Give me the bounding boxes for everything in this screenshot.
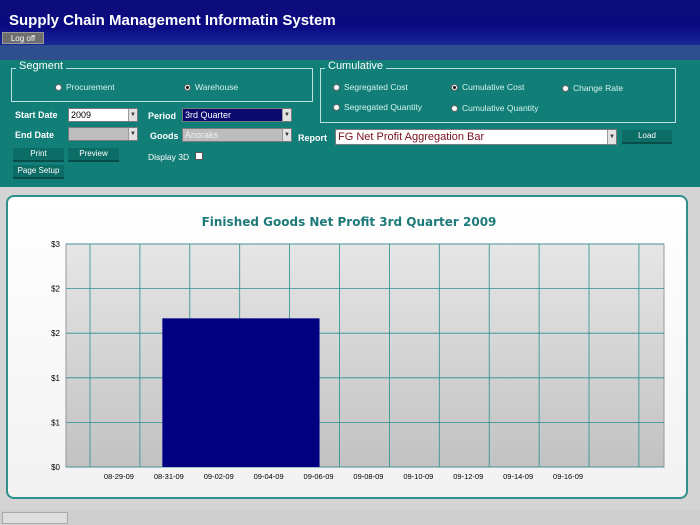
logoff-button[interactable]: Log off [2, 32, 44, 44]
x-tick-label: 09-14-09 [503, 472, 533, 481]
page-setup-button[interactable]: Page Setup [13, 165, 64, 179]
radio-dot [562, 84, 569, 92]
report-label: Report [298, 133, 327, 143]
period-label: Period [148, 111, 177, 121]
radio-segregated-cost[interactable]: Segregated Cost [333, 82, 408, 92]
chevron-down-icon[interactable]: ▼ [282, 129, 291, 141]
load-button[interactable]: Load [622, 130, 672, 144]
print-button[interactable]: Print [13, 148, 64, 162]
chevron-down-icon[interactable]: ▼ [128, 109, 137, 121]
x-tick-label: 09-12-09 [453, 472, 483, 481]
goods-label: Goods [150, 131, 179, 141]
radio-dot [451, 83, 458, 91]
radio-cumulative-cost[interactable]: Cumulative Cost [451, 82, 524, 92]
chevron-down-icon[interactable]: ▼ [607, 130, 616, 144]
x-tick-label: 09-02-09 [204, 472, 234, 481]
radio-dot [333, 83, 340, 91]
goods-select[interactable]: Anoraks ▼ [182, 128, 292, 142]
radio-label: Segregated Quantity [344, 102, 422, 112]
y-tick-label: $0 [51, 463, 60, 472]
x-tick-label: 09-06-09 [304, 472, 334, 481]
chevron-down-icon[interactable]: ▼ [128, 128, 137, 140]
chevron-down-icon[interactable]: ▼ [282, 109, 291, 121]
radio-cumulative-quantity[interactable]: Cumulative Quantity [451, 103, 539, 113]
goods-value: Anoraks [185, 130, 219, 140]
end-date-label: End Date [15, 130, 55, 140]
x-tick-label: 09-16-09 [553, 472, 583, 481]
app-title: Supply Chain Management Informatin Syste… [9, 12, 336, 29]
y-tick-label: $2 [51, 285, 60, 294]
y-tick-label: $1 [51, 374, 60, 383]
radio-dot [184, 83, 191, 91]
y-tick-label: $2 [51, 329, 60, 338]
radio-label: Cumulative Quantity [462, 103, 539, 113]
radio-label: Procurement [66, 82, 115, 92]
x-tick-label: 08-31-09 [154, 472, 184, 481]
x-tick-label: 09-10-09 [403, 472, 433, 481]
display3d-checkbox[interactable] [195, 152, 203, 160]
report-value: FG Net Profit Aggregation Bar [338, 131, 485, 143]
radio-warehouse[interactable]: Warehouse [184, 82, 238, 92]
display3d-label: Display 3D [148, 152, 190, 162]
radio-dot [55, 83, 62, 91]
title-bar: Supply Chain Management Informatin Syste… [0, 0, 700, 45]
segment-legend: Segment [16, 60, 67, 72]
menu-strip [0, 45, 700, 60]
controls-panel: Segment Procurement Warehouse Cumulative… [0, 60, 700, 187]
radio-label: Segregated Cost [344, 82, 408, 92]
radio-dot [333, 103, 340, 111]
chart-panel: Finished Goods Net Profit 3rd Quarter 20… [6, 195, 688, 499]
radio-label: Warehouse [195, 82, 239, 92]
plot-area [65, 243, 665, 468]
radio-label: Cumulative Cost [462, 82, 525, 92]
bar-chart: $3 $2 $2 $1 $1 $0 08-29-09 08-31-09 09-02-09 09-0… [51, 240, 665, 481]
period-value: 3rd Quarter [185, 110, 232, 120]
y-tick-label: $1 [51, 418, 60, 427]
status-bar [0, 510, 700, 525]
status-cell [2, 512, 68, 524]
radio-dot [451, 104, 458, 112]
segment-group: Segment Procurement Warehouse [11, 60, 313, 102]
report-select[interactable]: FG Net Profit Aggregation Bar ▼ [335, 129, 617, 145]
preview-button[interactable]: Preview [68, 148, 119, 162]
start-date-value: 2009 [71, 110, 92, 120]
bar [162, 318, 320, 467]
y-tick-label: $3 [51, 240, 60, 249]
x-tick-label: 08-29-09 [104, 472, 134, 481]
start-date-label: Start Date [15, 110, 58, 120]
radio-label: Change Rate [573, 83, 624, 93]
period-select[interactable]: 3rd Quarter ▼ [182, 108, 292, 122]
x-tick-label: 09-08-09 [353, 472, 383, 481]
radio-procurement[interactable]: Procurement [55, 82, 115, 92]
end-date-select[interactable]: ▼ [68, 127, 138, 141]
cumulative-group: Cumulative Segregated Cost Cumulative Co… [320, 60, 676, 123]
radio-segregated-quantity[interactable]: Segregated Quantity [333, 102, 422, 112]
cumulative-legend: Cumulative [325, 60, 387, 72]
radio-change-rate[interactable]: Change Rate [562, 83, 623, 93]
start-date-select[interactable]: 2009 ▼ [68, 108, 138, 122]
x-tick-label: 09-04-09 [254, 472, 284, 481]
